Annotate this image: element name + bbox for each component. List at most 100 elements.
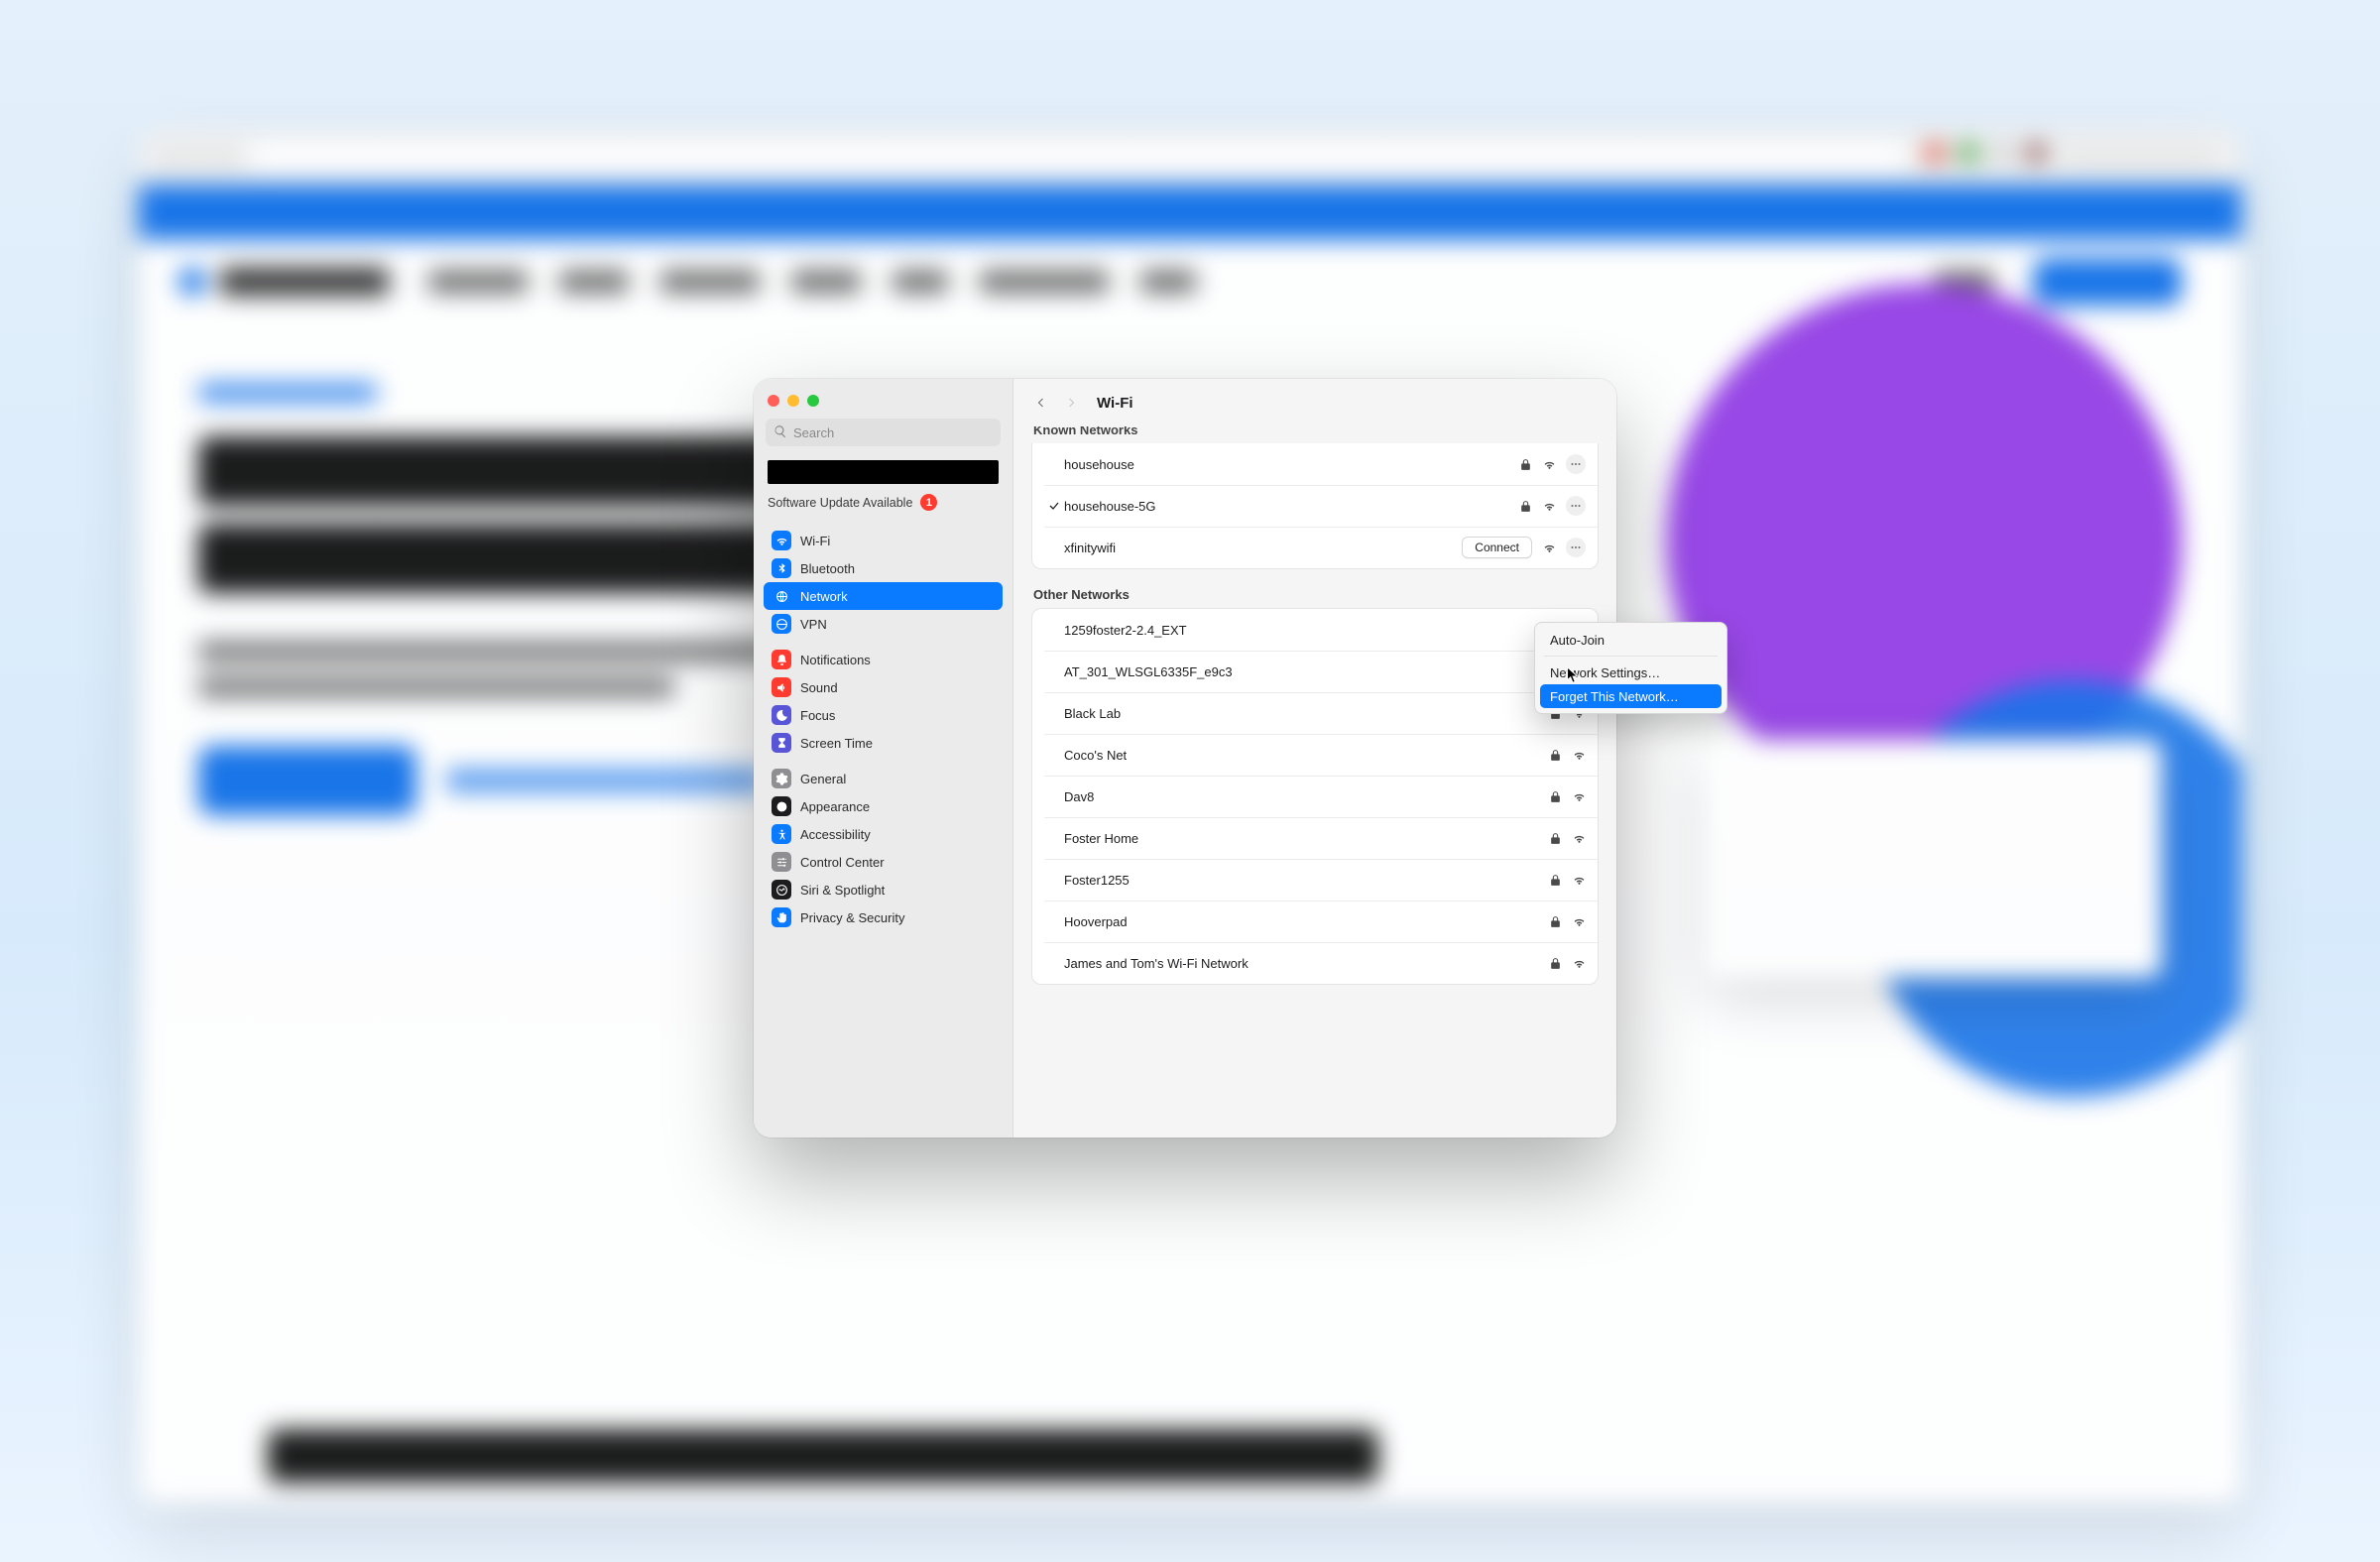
sidebar-group-general: General Appearance Accessibility Control Ce… (754, 761, 1012, 935)
context-menu-forget-network[interactable]: Forget This Network… (1540, 684, 1722, 708)
network-row[interactable]: 1259foster2-2.4_EXT (1032, 609, 1598, 651)
sidebar-item-label: Focus (800, 708, 835, 723)
sidebar-item-label: Screen Time (800, 736, 873, 751)
sidebar-item-label: Notifications (800, 653, 871, 667)
zoom-window-button[interactable] (807, 395, 819, 407)
network-row[interactable]: xfinitywifiConnect (1032, 527, 1598, 568)
wifi-signal-icon (1572, 789, 1586, 803)
other-networks-list: 1259foster2-2.4_EXT AT_301_WLSGL6335F_e9c… (1031, 608, 1599, 985)
network-row[interactable]: Dav8 (1032, 776, 1598, 817)
content-header: Wi-Fi (1013, 379, 1616, 426)
sidebar-group-network: Wi-Fi Bluetooth Network VPN (754, 523, 1012, 642)
sidebar-item-focus[interactable]: Focus (764, 701, 1003, 729)
network-icon (772, 586, 791, 606)
sidebar-item-label: General (800, 772, 846, 786)
network-name: xfinitywifi (1064, 541, 1462, 555)
network-name: Black Lab (1064, 706, 1548, 721)
sidebar-item-network[interactable]: Network (764, 582, 1003, 610)
network-more-button[interactable] (1566, 496, 1586, 516)
network-row[interactable]: Coco's Net (1032, 734, 1598, 776)
network-name: Foster1255 (1064, 873, 1548, 888)
network-row[interactable]: Foster Home (1032, 817, 1598, 859)
search-input[interactable]: Search (766, 419, 1001, 446)
software-update-row[interactable]: Software Update Available 1 (754, 494, 1012, 523)
gear-icon (772, 769, 791, 788)
network-more-button[interactable] (1566, 454, 1586, 474)
system-settings-window: Search Software Update Available 1 Wi-Fi… (754, 379, 1616, 1138)
network-name: Dav8 (1064, 789, 1548, 804)
network-row[interactable]: Hooverpad (1032, 901, 1598, 942)
network-row[interactable]: Black Lab (1032, 692, 1598, 734)
network-name: househouse-5G (1064, 499, 1518, 514)
sidebar-item-label: VPN (800, 617, 827, 632)
wifi-signal-icon (1572, 831, 1586, 845)
network-more-button[interactable] (1566, 538, 1586, 557)
network-row[interactable]: househouse (1032, 443, 1598, 485)
vpn-icon (772, 614, 791, 634)
sidebar-item-notifications[interactable]: Notifications (764, 646, 1003, 673)
lock-icon (1548, 914, 1562, 928)
sidebar-item-screen-time[interactable]: Screen Time (764, 729, 1003, 757)
sidebar-item-label: Accessibility (800, 827, 871, 842)
network-name: AT_301_WLSGL6335F_e9c3 (1064, 664, 1548, 679)
other-networks-title: Other Networks (1031, 585, 1599, 608)
settings-content: Wi-Fi Known Networks househousehousehous… (1013, 379, 1616, 1138)
forward-button[interactable] (1061, 393, 1081, 413)
traffic-lights (754, 389, 1012, 419)
lock-icon (1518, 457, 1532, 471)
siri-icon (772, 880, 791, 900)
page-title: Wi-Fi (1097, 395, 1133, 412)
sidebar-item-label: Siri & Spotlight (800, 883, 885, 898)
account-redacted-box (768, 460, 999, 484)
sidebar-item-label: Wi-Fi (800, 534, 830, 548)
back-button[interactable] (1031, 393, 1051, 413)
network-name: househouse (1064, 457, 1518, 472)
network-row[interactable]: AT_301_WLSGL6335F_e9c3 (1032, 651, 1598, 692)
sidebar-item-wi-fi[interactable]: Wi-Fi (764, 527, 1003, 554)
network-name: 1259foster2-2.4_EXT (1064, 623, 1548, 638)
sound-icon (772, 677, 791, 697)
wifi-icon (772, 531, 791, 550)
software-update-label: Software Update Available (768, 496, 912, 510)
sidebar-item-privacy-security[interactable]: Privacy & Security (764, 903, 1003, 931)
hand-icon (772, 907, 791, 927)
network-row[interactable]: Foster1255 (1032, 859, 1598, 901)
lock-icon (1518, 499, 1532, 513)
lock-icon (1548, 831, 1562, 845)
sidebar-group-notifications: Notifications Sound Focus Screen Time (754, 642, 1012, 761)
network-name: Coco's Net (1064, 748, 1548, 763)
hourglass-icon (772, 733, 791, 753)
mouse-cursor-icon (1566, 666, 1580, 684)
sidebar-item-control-center[interactable]: Control Center (764, 848, 1003, 876)
network-row[interactable]: James and Tom's Wi-Fi Network (1032, 942, 1598, 984)
bell-icon (772, 650, 791, 669)
connect-button[interactable]: Connect (1462, 537, 1532, 558)
lock-icon (1548, 873, 1562, 887)
sidebar-item-label: Appearance (800, 799, 870, 814)
sidebar-item-sound[interactable]: Sound (764, 673, 1003, 701)
controls-icon (772, 852, 791, 872)
sidebar-item-general[interactable]: General (764, 765, 1003, 792)
minimize-window-button[interactable] (787, 395, 799, 407)
sidebar-item-siri-spotlight[interactable]: Siri & Spotlight (764, 876, 1003, 903)
lock-icon (1548, 748, 1562, 762)
network-row[interactable]: househouse-5G (1032, 485, 1598, 527)
sidebar-item-label: Control Center (800, 855, 885, 870)
software-update-badge: 1 (920, 494, 937, 511)
sidebar-item-bluetooth[interactable]: Bluetooth (764, 554, 1003, 582)
network-name: Foster Home (1064, 831, 1548, 846)
search-placeholder: Search (793, 425, 834, 440)
close-window-button[interactable] (768, 395, 779, 407)
sidebar-item-vpn[interactable]: VPN (764, 610, 1003, 638)
sidebar-item-label: Bluetooth (800, 561, 855, 576)
wifi-signal-icon (1572, 956, 1586, 970)
sidebar-item-accessibility[interactable]: Accessibility (764, 820, 1003, 848)
wifi-signal-icon (1572, 914, 1586, 928)
sidebar-item-label: Privacy & Security (800, 910, 904, 925)
accessibility-icon (772, 824, 791, 844)
context-menu-auto-join[interactable]: Auto-Join (1540, 628, 1722, 652)
wifi-scroll-area[interactable]: Known Networks househousehousehouse-5Gxf… (1013, 426, 1616, 1138)
bluetooth-icon (772, 558, 791, 578)
sidebar-item-appearance[interactable]: Appearance (764, 792, 1003, 820)
settings-sidebar: Search Software Update Available 1 Wi-Fi… (754, 379, 1013, 1138)
